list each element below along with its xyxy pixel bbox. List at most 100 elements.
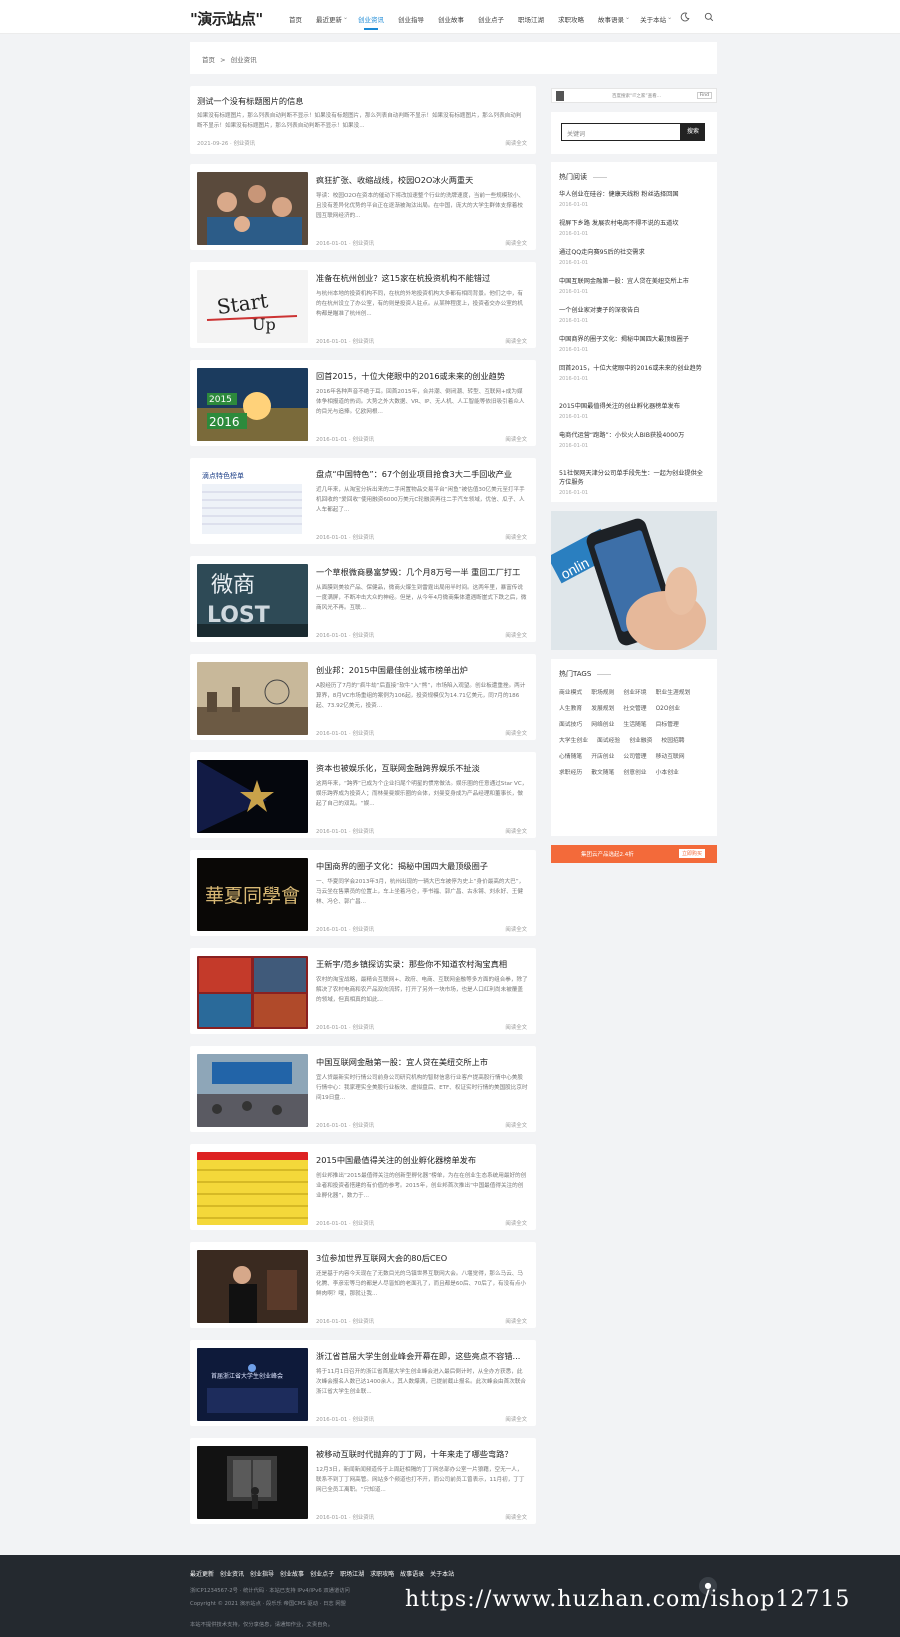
tag-link[interactable]: 求职经历 [559,767,582,776]
footer-link[interactable]: 创业资讯 [220,1569,244,1578]
tag-link[interactable]: 散文随笔 [591,767,614,776]
footer-link[interactable]: 创业点子 [310,1569,334,1578]
nav-item-4[interactable]: 创业故事 [438,14,464,24]
article-thumbnail[interactable] [197,1250,308,1323]
article-title[interactable]: 资本也被娱乐化，互联网金融跨界娱乐不扯淡 [316,762,528,774]
read-more-link[interactable]: 阅读全文 [505,1219,527,1227]
article-thumbnail[interactable]: 微商 LOST [197,564,308,637]
tag-link[interactable]: 人生教育 [559,703,582,712]
article-category[interactable]: 创业资讯 [352,633,374,639]
read-more-link[interactable]: 阅读全文 [505,925,527,933]
article-card[interactable]: 测试一个没有标题图片的信息 如果没有标题图片，那么列表自动判断不显示！如果没有标题… [190,86,536,154]
article-category[interactable]: 创业资讯 [352,1417,374,1423]
read-more-link[interactable]: 阅读全文 [505,1513,527,1521]
article-title[interactable]: 盘点“中国特色”：67个创业项目抢食3大二手回收产业 [316,468,528,480]
sidebar-phone-image[interactable]: onlin [551,511,717,650]
article-thumbnail[interactable]: 2015 2016 [197,368,308,441]
article-category[interactable]: 创业资讯 [233,141,255,147]
article-title[interactable]: 3位参加世界互联网大会的80后CEO [316,1252,528,1264]
tag-link[interactable]: 职业生涯规划 [656,687,691,696]
tag-link[interactable]: 创业环境 [623,687,646,696]
article-category[interactable]: 创业资讯 [352,339,374,345]
article-thumbnail[interactable]: 滴点特色榜单 [197,466,308,539]
tag-link[interactable]: 生活随笔 [623,719,646,728]
article-category[interactable]: 创业资讯 [352,535,374,541]
article-card[interactable]: 2015中国最值得关注的创业孵化器榜单发布 创业邦推出“2015最值得关注的创新型… [190,1144,536,1230]
tag-link[interactable]: 发展规划 [591,703,614,712]
tag-link[interactable]: 创意创业 [623,767,646,776]
tag-link[interactable]: 面试经验 [597,735,620,744]
article-card[interactable]: 3位参加世界互联网大会的80后CEO 还是基于内容今天现在了无数目光的乌镇世界互联… [190,1242,536,1328]
article-category[interactable]: 创业资讯 [352,1515,374,1521]
tag-link[interactable]: O2O创业 [656,703,680,712]
hot-article-title[interactable]: 华人创业在硅谷：健康天线粉 粉丝选择回国 [559,190,709,199]
site-logo[interactable]: "演示站点" [190,8,263,29]
hot-article-title[interactable]: 中国互联网金融第一股：宜人贷在美纽交所上市 [559,277,709,286]
read-more-link[interactable]: 阅读全文 [505,827,527,835]
tag-link[interactable]: 移动互联网 [656,751,685,760]
hot-article-title[interactable]: 中国商界的圈子文化：揭秘中国四大最顶级圈子 [559,335,709,344]
article-card[interactable]: 疯狂扩张、收缩战线，校园O2O冰火两重天 导读：校园O2O在资本的催动下将改加速整… [190,164,536,250]
tag-link[interactable]: 校园招聘 [661,735,684,744]
hot-article-item[interactable]: 通过QQ走向赛95后的社交需求 2016-01-01 [559,248,709,266]
article-card[interactable]: 華夏同學會 中国商界的圈子文化：揭秘中国四大最顶级圈子 一、华夏同学会2013年3月… [190,850,536,936]
nav-item-0[interactable]: 首页 [289,14,302,24]
article-thumbnail[interactable] [197,956,308,1029]
article-card[interactable]: 首届浙江省大学生创业峰会 浙江省首届大学生创业峰会开幕在即，这些亮点不容错... 将… [190,1340,536,1426]
hot-article-title[interactable]: 回首2015，十位大佬眼中的2016或未来的创业趋势 [559,364,709,373]
footer-link[interactable]: 求职攻略 [370,1569,394,1578]
tag-link[interactable]: 目标管理 [656,719,679,728]
nav-item-7[interactable]: 求职攻略 [558,14,584,24]
article-title[interactable]: 2015中国最值得关注的创业孵化器榜单发布 [316,1154,528,1166]
hot-article-item[interactable]: 51社保网天津分公司单手段先生：一起为创业提供全方位服务 2016-01-01 [559,469,709,496]
article-card[interactable]: 中国互联网金融第一股：宜人贷在美纽交所上市 宜人贷最新实时行情公司前身公司研究机构… [190,1046,536,1132]
tag-link[interactable]: 创业融资 [629,735,652,744]
footer-link[interactable]: 创业故事 [280,1569,304,1578]
tag-link[interactable]: 网络创业 [591,719,614,728]
article-category[interactable]: 创业资讯 [352,731,374,737]
article-title[interactable]: 被移动互联时代抛弃的丁丁网，十年来走了哪些弯路？ [316,1448,528,1460]
search-icon[interactable] [704,12,714,22]
footer-link[interactable]: 关于本站 [430,1569,454,1578]
article-thumbnail[interactable]: Start Up [197,270,308,343]
article-card[interactable]: 资本也被娱乐化，互联网金融跨界娱乐不扯淡 这两年来，“跨界”已成为个企业扫尾个明星… [190,752,536,838]
hot-article-title[interactable]: 51社保网天津分公司单手段先生：一起为创业提供全方位服务 [559,469,709,487]
hot-article-item[interactable]: 回首2015，十位大佬眼中的2016或未来的创业趋势 2016-01-01 [559,364,709,382]
article-card[interactable]: 2015 2016 回首2015，十位大佬眼中的2016或未来的创业趋势 2016年各… [190,360,536,446]
nav-item-5[interactable]: 创业点子 [478,14,504,24]
article-category[interactable]: 创业资讯 [352,927,374,933]
read-more-link[interactable]: 阅读全文 [505,1023,527,1031]
read-more-link[interactable]: 阅读全文 [505,533,527,541]
article-category[interactable]: 创业资讯 [352,1025,374,1031]
moon-icon[interactable] [680,12,690,22]
article-card[interactable]: Start Up 准备在杭州创业？这15家在杭投资机构不能错过 与杭州本地的投资机构不… [190,262,536,348]
sidebar-banner-ad[interactable]: 集团云产品选起2.4折 立即购买 [551,845,717,863]
nav-item-3[interactable]: 创业指导 [398,14,424,24]
read-more-link[interactable]: 阅读全文 [505,1121,527,1129]
nav-item-2[interactable]: 创业资讯 [358,14,384,30]
hot-article-title[interactable]: 视屏下乡路 发展农村电商不得不说的五道坎 [559,219,709,228]
article-title[interactable]: 中国互联网金融第一股：宜人贷在美纽交所上市 [316,1056,528,1068]
read-more-link[interactable]: 阅读全文 [505,1415,527,1423]
tag-link[interactable]: 开店创业 [591,751,614,760]
hot-article-item[interactable]: 视屏下乡路 发展农村电商不得不说的五道坎 2016-01-01 [559,219,709,237]
hot-article-title[interactable]: 2015中国最值得关注的创业孵化器榜单发布 [559,402,709,411]
article-thumbnail[interactable] [197,662,308,735]
hot-article-title[interactable]: 一个创业家对妻子的深夜告白 [559,306,709,315]
article-card[interactable]: 滴点特色榜单 盘点“中国特色”：67个创业项目抢食3大二手回收产业 近几年来，从淘宝… [190,458,536,544]
article-title[interactable]: 疯狂扩张、收缩战线，校园O2O冰火两重天 [316,174,528,186]
article-title[interactable]: 一个草根微商暴富梦毁：几个月8万号一半 重回工厂打工 [316,566,528,578]
footer-link[interactable]: 职场江湖 [340,1569,364,1578]
tag-link[interactable]: 职场规则 [591,687,614,696]
hot-article-item[interactable]: 2015中国最值得关注的创业孵化器榜单发布 2016-01-01 [559,402,709,420]
article-card[interactable]: 微商 LOST 一个草根微商暴富梦毁：几个月8万号一半 重回工厂打工 从面膜到美妆产品… [190,556,536,642]
article-thumbnail[interactable]: 首届浙江省大学生创业峰会 [197,1348,308,1421]
tag-link[interactable]: 大学生创业 [559,735,588,744]
hot-article-title[interactable]: 通过QQ走向赛95后的社交需求 [559,248,709,257]
nav-item-6[interactable]: 职场江湖 [518,14,544,24]
article-title[interactable]: 中国商界的圈子文化：揭秘中国四大最顶级圈子 [316,860,528,872]
hot-article-item[interactable]: 一个创业家对妻子的深夜告白 2016-01-01 [559,306,709,324]
read-more-link[interactable]: 阅读全文 [505,631,527,639]
article-category[interactable]: 创业资讯 [352,1123,374,1129]
tag-link[interactable]: 面试技巧 [559,719,582,728]
